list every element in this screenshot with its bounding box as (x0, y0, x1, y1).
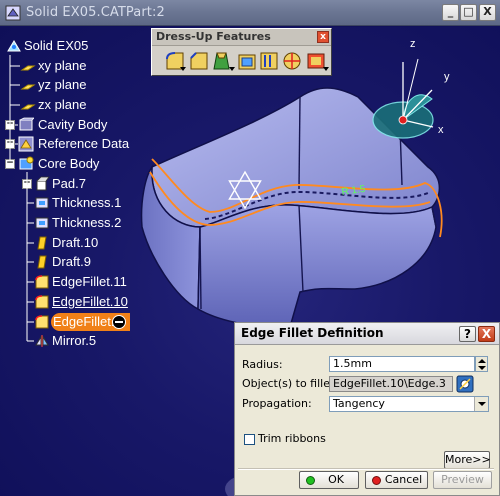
specification-tree[interactable]: Solid EX05 xy plane yz plane zx plane + (0, 27, 140, 387)
dress-up-toolbar[interactable]: Dress-Up Features x (151, 28, 332, 76)
shell-icon[interactable] (236, 49, 258, 73)
toolbar-titlebar[interactable]: Dress-Up Features x (152, 29, 331, 46)
cancel-dot-icon (372, 476, 381, 485)
ok-button[interactable]: OK (299, 471, 359, 489)
dropdown-arrow-icon[interactable] (323, 67, 329, 71)
dialog-separator (238, 468, 494, 470)
minimize-button[interactable]: _ (442, 4, 459, 21)
radius-spinner[interactable] (475, 356, 488, 372)
window-titlebar[interactable]: Solid EX05.CATPart:2 _ □ X (0, 0, 500, 26)
ok-dot-icon (306, 476, 315, 485)
radius-label: Radius: (242, 358, 283, 371)
chevron-down-icon[interactable] (474, 397, 488, 411)
catia-part-icon (5, 5, 21, 21)
dialog-titlebar[interactable]: Edge Fillet Definition ? X (235, 323, 499, 345)
axis-triad (372, 58, 434, 139)
cancel-label: Cancel (384, 473, 423, 486)
thread-icon[interactable] (281, 49, 303, 73)
dialog-close-button[interactable]: X (478, 326, 495, 342)
selection-list-icon[interactable] (456, 375, 474, 393)
dropdown-arrow-icon[interactable] (180, 67, 186, 71)
window-title: Solid EX05.CATPart:2 (26, 5, 165, 20)
objects-label: Object(s) to fillet: (242, 377, 339, 390)
more-button[interactable]: More>> (444, 451, 491, 469)
chamfer-icon[interactable] (188, 49, 210, 73)
propagation-select[interactable]: Tangency (329, 396, 489, 412)
cancel-button[interactable]: Cancel (365, 471, 428, 489)
propagation-value: Tangency (333, 397, 385, 410)
preview-button[interactable]: Preview (433, 471, 492, 489)
close-window-button[interactable]: X (479, 4, 496, 21)
radius-input[interactable]: 1.5mm (329, 356, 475, 372)
trim-ribbons-checkbox[interactable] (244, 434, 255, 445)
ok-label: OK (328, 473, 344, 486)
trim-ribbons-label: Trim ribbons (258, 432, 326, 445)
maximize-button[interactable]: □ (460, 4, 477, 21)
toolbar-title: Dress-Up Features (156, 30, 271, 43)
axis-label-z: z (410, 38, 416, 50)
help-button[interactable]: ? (459, 326, 476, 342)
dropdown-arrow-icon[interactable] (229, 67, 235, 71)
propagation-label: Propagation: (242, 397, 312, 410)
axis-label-y: y (444, 71, 450, 83)
tree-connectors (9, 55, 34, 342)
axis-label-x: x (438, 124, 444, 136)
toolbar-close-button[interactable]: x (317, 31, 329, 43)
part-front-face (197, 204, 437, 329)
dialog-title: Edge Fillet Definition (241, 326, 384, 340)
objects-to-fillet-field[interactable]: EdgeFillet.10\Edge.3 (329, 376, 453, 392)
thickness-icon[interactable] (258, 49, 280, 73)
